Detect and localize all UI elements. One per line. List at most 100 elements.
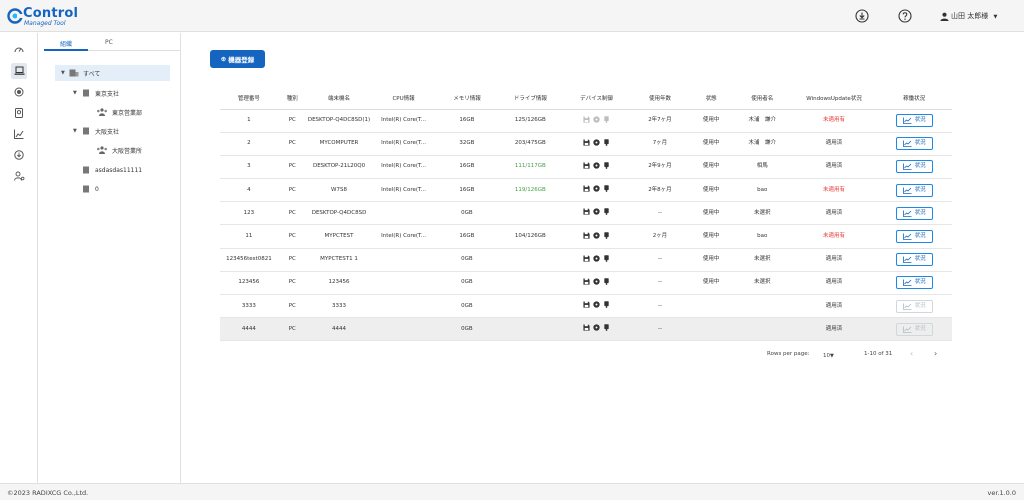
user-menu[interactable]: 山田 太郎様 ▼: [940, 11, 997, 21]
cell-drive: [498, 271, 563, 296]
nav-user-settings[interactable]: [11, 168, 27, 184]
disc-icon[interactable]: [593, 139, 600, 146]
cell-state: [689, 317, 733, 342]
usb-drive-icon[interactable]: [603, 231, 610, 239]
disc-icon[interactable]: [593, 278, 600, 285]
cell-device-name: 123456: [306, 271, 372, 296]
floppy-disk-icon[interactable]: [583, 255, 590, 262]
tree-node-tokyo-branch[interactable]: ▼ 東京支社: [73, 85, 119, 101]
usb-drive-icon[interactable]: [603, 208, 610, 216]
tree-node-all[interactable]: ▼ すべて: [55, 65, 170, 81]
floppy-disk-icon[interactable]: [583, 208, 590, 215]
disc-icon[interactable]: [593, 115, 600, 123]
table-row[interactable]: 1 PC DESKTOP-Q4DC8SD(1) Intel(R) Core(T... 1…: [220, 109, 952, 133]
usb-drive-icon[interactable]: [603, 139, 610, 146]
nav-devices[interactable]: [11, 63, 27, 79]
tree-node-osaka-office[interactable]: 大阪営業所: [96, 142, 142, 158]
cell-device-name: MYCOMPUTER: [306, 132, 372, 156]
app-logo[interactable]: Control Managed Tool: [7, 6, 87, 28]
floppy-disk-icon[interactable]: [583, 185, 590, 192]
status-button[interactable]: 状況: [895, 137, 933, 151]
table-row[interactable]: 4 PC W7S8 Intel(R) Core(T... 16GB 119/126GB 2年…: [220, 178, 952, 203]
table-row[interactable]: 11 PC MYPCTEST Intel(R) Core(T... 16GB 104/12…: [220, 224, 952, 249]
nav-license[interactable]: [11, 105, 27, 121]
status-button[interactable]: 状況: [895, 253, 933, 267]
usb-drive-icon[interactable]: [603, 115, 610, 123]
tab-organization[interactable]: 組織: [60, 39, 72, 48]
cell-years: 2年9ヶ月: [630, 155, 690, 180]
usb-drive-icon[interactable]: [603, 301, 610, 308]
usb-drive-icon[interactable]: [603, 324, 610, 332]
tree-node-osaka-branch[interactable]: ▼ 大阪支社: [73, 123, 119, 139]
pagination: Rows per page: 10 ▼ 1-10 of 31 ‹ ›: [767, 349, 967, 361]
table-row[interactable]: 2 PC MYCOMPUTER Intel(R) Core(T... 32GB 203/4…: [220, 132, 952, 156]
status-button[interactable]: 状況: [895, 230, 933, 244]
floppy-disk-icon[interactable]: [583, 116, 590, 123]
floppy-disk-icon[interactable]: [583, 278, 590, 285]
cell-cpu: Intel(R) Core(T...: [371, 224, 436, 249]
prev-page-icon[interactable]: ‹: [910, 349, 913, 358]
tree-node-tokyo-sales[interactable]: 東京営業部: [96, 104, 142, 120]
disc-icon[interactable]: [593, 255, 600, 262]
cell-windows-update: 適用済: [791, 271, 877, 296]
tree-node-zero[interactable]: 0: [81, 181, 99, 197]
register-device-button[interactable]: ⊕ 機器登録: [210, 50, 265, 68]
nav-updates[interactable]: [11, 147, 27, 163]
cell-drive: [498, 201, 563, 226]
add-circle-icon: ⊕: [220, 55, 227, 63]
cell-cpu: [371, 294, 436, 319]
cell-cpu: Intel(R) Core(T...: [371, 132, 436, 156]
help-icon[interactable]: [898, 9, 912, 23]
table-row[interactable]: 123456 PC 123456 0GB -- 使用中 未選択 適用済 状況: [220, 271, 952, 296]
nav-reports[interactable]: [11, 126, 27, 142]
cell-status: 状況: [876, 132, 952, 156]
nav-record[interactable]: [11, 84, 27, 100]
cell-device-name: W7S8: [306, 178, 372, 203]
trend-chart-icon: [902, 256, 912, 264]
cell-device-control: [562, 271, 631, 296]
organization-tree-panel: 組織 PC ▼ すべて ▼ 東京支社 東京営業部 ▼ 大阪支社 大阪営業所 as…: [44, 33, 181, 483]
disc-icon[interactable]: [593, 324, 600, 331]
usb-drive-icon[interactable]: [603, 162, 610, 169]
cell-windows-update: 適用済: [791, 248, 877, 272]
usb-drive-icon[interactable]: [603, 185, 610, 192]
table-row[interactable]: 4444 PC 4444 0GB -- 適用済 状況: [220, 317, 952, 342]
status-button[interactable]: 状況: [895, 114, 933, 128]
status-button[interactable]: 状況: [895, 276, 933, 290]
disc-icon[interactable]: [593, 301, 600, 308]
cell-windows-update: 適用済: [791, 155, 877, 180]
tree-node-asdasdas[interactable]: asdasdas11111: [81, 162, 142, 178]
cell-type: PC: [277, 294, 307, 319]
cell-memory: 0GB: [435, 317, 499, 342]
nav-dashboard[interactable]: [11, 42, 27, 58]
tab-pc[interactable]: PC: [105, 39, 113, 46]
usb-drive-icon[interactable]: [603, 254, 610, 262]
table-header-row: 管理番号 種別 端末機名 CPU情報 メモリ情報 ドライブ情報 デバイス制御 使用年数 状態 使用…: [220, 87, 952, 110]
floppy-disk-icon[interactable]: [583, 162, 590, 169]
status-button[interactable]: 状況: [895, 322, 933, 336]
floppy-disk-icon[interactable]: [583, 231, 590, 239]
floppy-disk-icon[interactable]: [583, 324, 590, 331]
floppy-disk-icon[interactable]: [583, 301, 590, 308]
disc-icon[interactable]: [593, 231, 600, 239]
status-button[interactable]: 状況: [895, 183, 933, 197]
disc-icon[interactable]: [593, 208, 600, 215]
trend-chart-icon: [902, 210, 912, 217]
disc-icon[interactable]: [593, 162, 600, 169]
disc-icon[interactable]: [593, 185, 600, 192]
status-button-label: 状況: [914, 163, 926, 170]
next-page-icon[interactable]: ›: [934, 349, 937, 358]
status-button[interactable]: 状況: [895, 160, 933, 174]
table-row[interactable]: 123 PC DESKTOP-Q4DC8SD 0GB -- 使用中 未選択 適用済 状況: [220, 201, 952, 226]
status-button[interactable]: 状況: [895, 299, 933, 313]
table-row[interactable]: 3 PC DESKTOP-21L20Q0 Intel(R) Core(T... 16GB…: [220, 155, 952, 180]
status-button[interactable]: 状況: [895, 206, 933, 220]
download-icon[interactable]: [855, 9, 869, 23]
table-row[interactable]: 123456test0821 PC MYPCTEST1 1 0GB -- 使用中 未選択 適用…: [220, 248, 952, 272]
floppy-disk-icon[interactable]: [583, 139, 590, 146]
table-row[interactable]: 3333 PC 3333 0GB -- 適用済 状況: [220, 294, 952, 319]
usb-drive-icon[interactable]: [603, 278, 610, 285]
cell-device-name: DESKTOP-Q4DC8SD(1): [306, 109, 372, 133]
cell-cpu: Intel(R) Core(T...: [371, 178, 436, 203]
cell-id: 123: [220, 201, 278, 226]
